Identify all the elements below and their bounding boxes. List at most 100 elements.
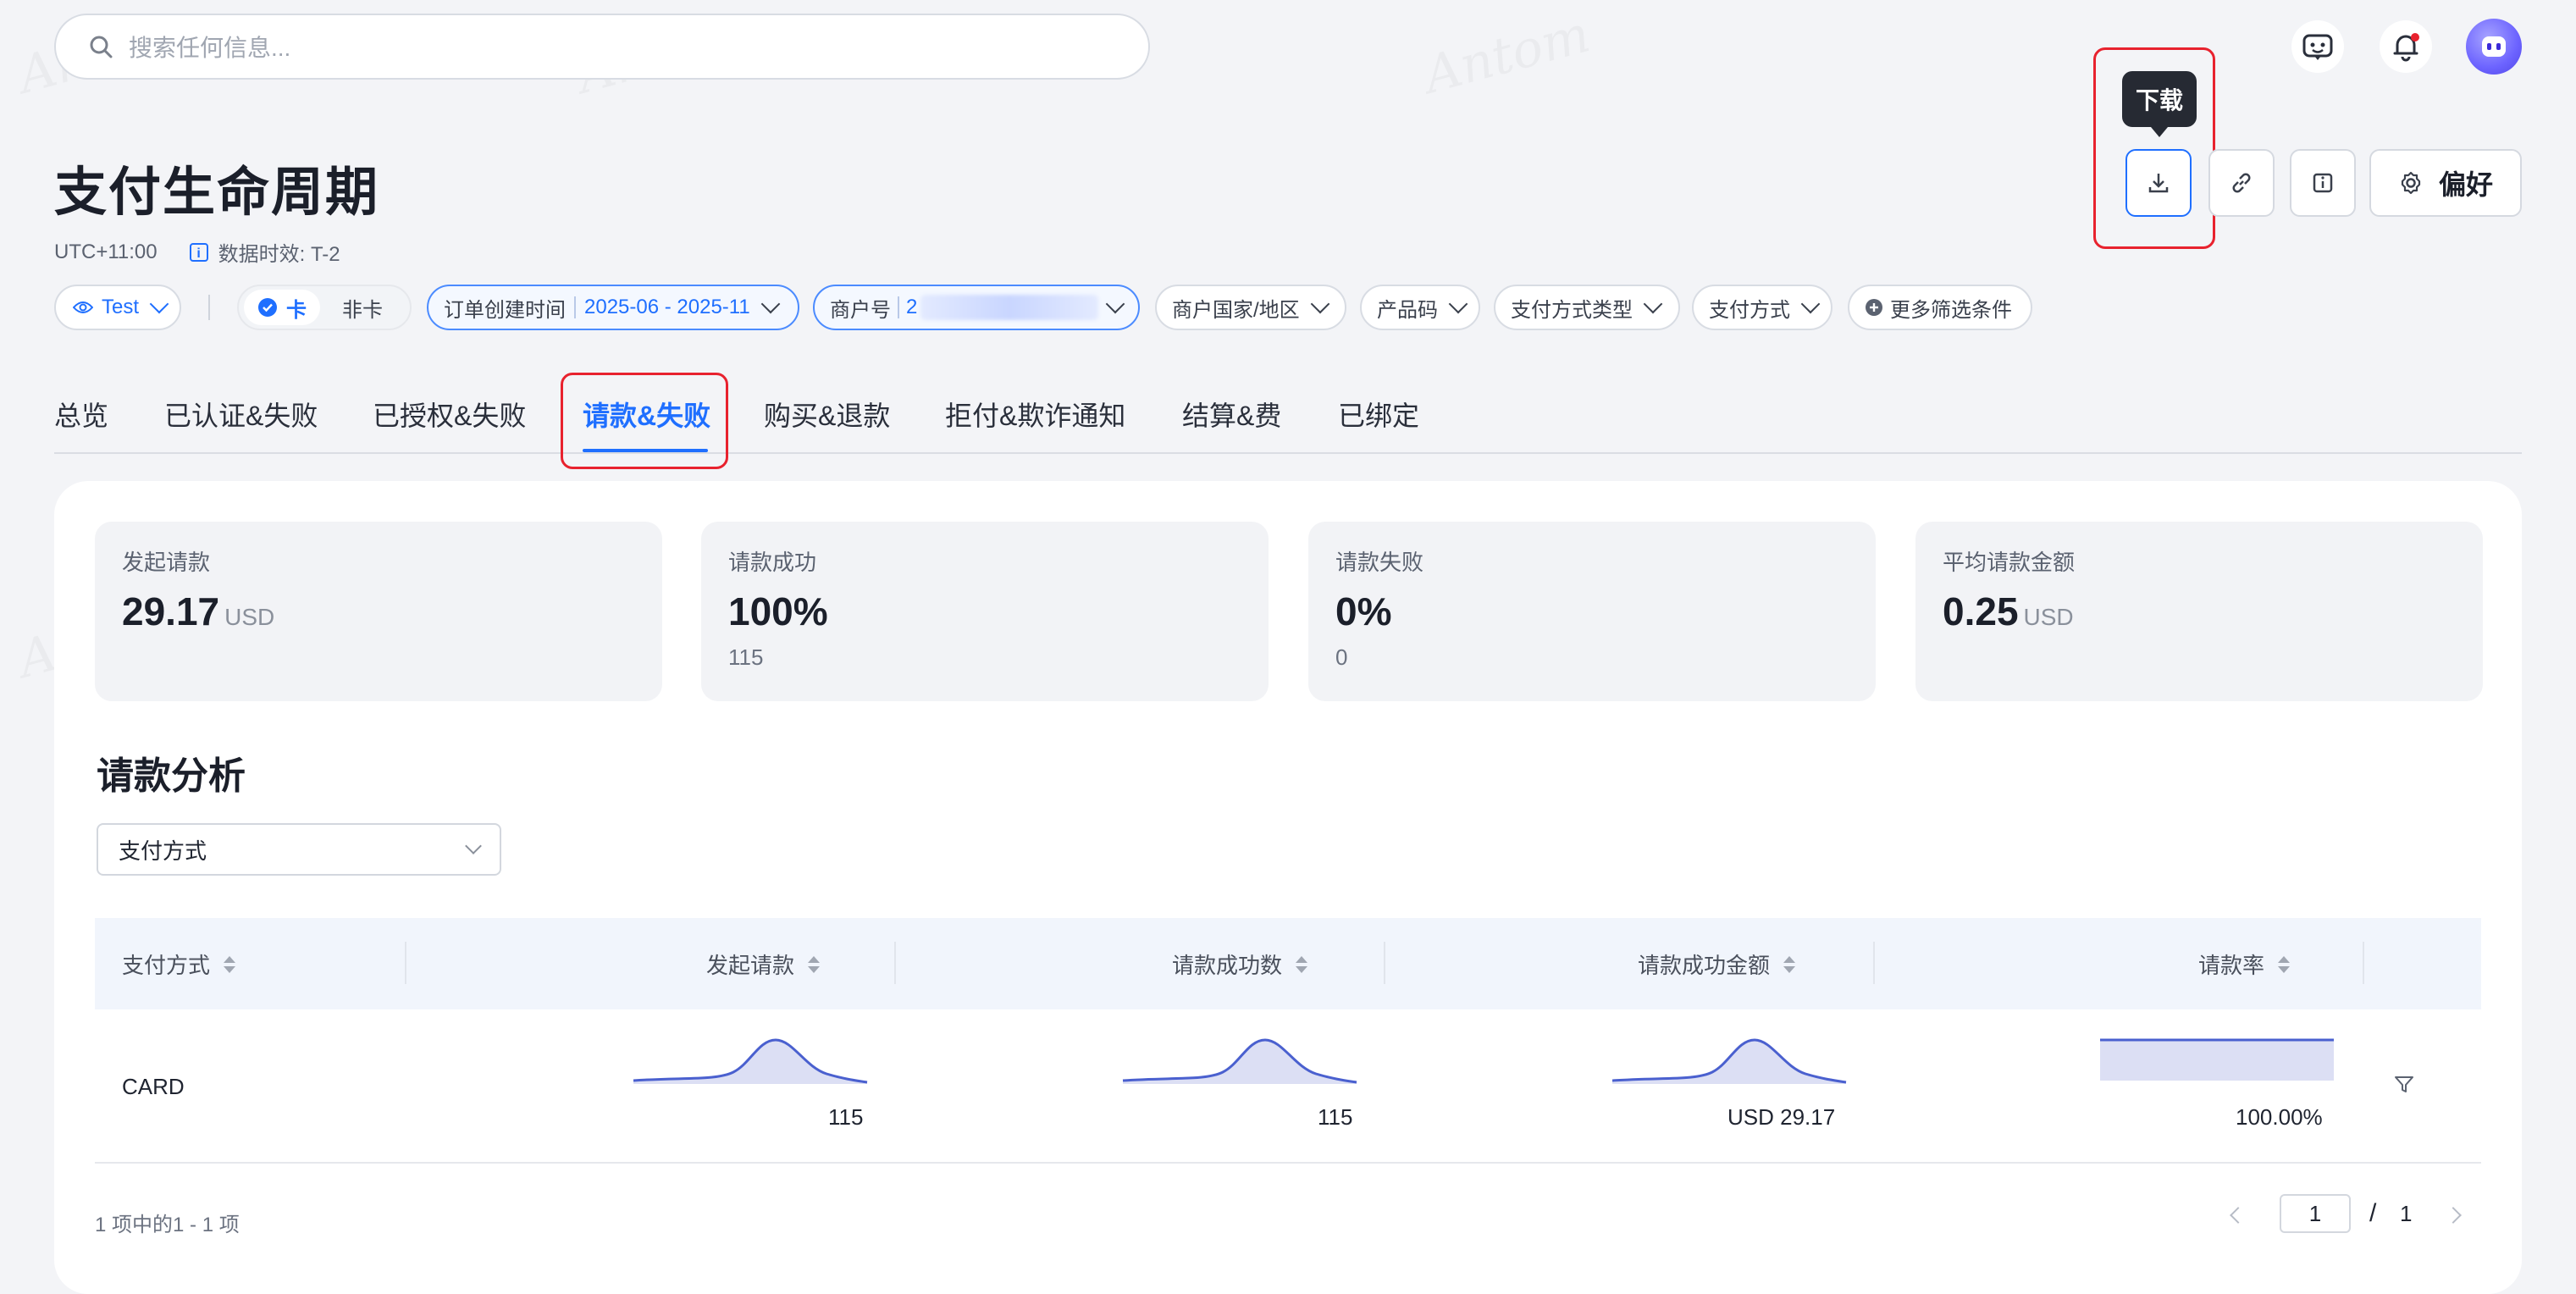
cell-success-amount: USD 29.17	[1727, 1104, 1836, 1130]
tab-authorized[interactable]: 已授权&失败	[373, 395, 526, 434]
chevron-down-icon	[465, 838, 482, 854]
row-divider	[95, 1162, 2481, 1164]
chevron-down-icon	[149, 294, 169, 314]
env-select[interactable]: Test	[54, 285, 181, 330]
eye-icon	[73, 299, 93, 316]
sort-icon[interactable]	[808, 955, 821, 973]
page-number-input[interactable]: 1	[2280, 1194, 2351, 1233]
column-divider	[405, 942, 406, 984]
redacted-value	[920, 295, 1099, 320]
tab-chargeback[interactable]: 拒付&欺诈通知	[945, 395, 1125, 434]
kpi-value: 100%	[728, 589, 828, 633]
dimension-select[interactable]: 支付方式	[97, 823, 501, 876]
search-input[interactable]: 搜索任何信息...	[54, 14, 1150, 80]
env-label: Test	[102, 296, 140, 318]
kpi-label: 发起请款	[122, 550, 211, 575]
info-button[interactable]	[2290, 149, 2356, 217]
tabs-divider	[54, 452, 2522, 454]
sort-icon[interactable]	[224, 955, 236, 973]
kpi-value: 0.25 USD	[1943, 589, 2074, 633]
card-toggle[interactable]: 卡 非卡	[237, 285, 412, 330]
tab-settlement[interactable]: 结算&费	[1182, 395, 1281, 434]
kpi-sub: 115	[728, 644, 764, 670]
column-divider	[1384, 942, 1385, 984]
download-icon	[2146, 170, 2171, 196]
cell-rate: 100.00%	[2236, 1104, 2323, 1130]
non-card-tab[interactable]: 非卡	[342, 293, 383, 323]
page-meta: UTC+11:00 i 数据时效: T-2	[54, 237, 340, 267]
payment-method-type-label: 支付方式类型	[1511, 298, 1633, 322]
cell-success-count: 115	[1318, 1104, 1353, 1130]
merchant-country-filter[interactable]: 商户国家/地区	[1155, 285, 1346, 330]
cell-initiated: 115	[828, 1104, 864, 1130]
column-header-success-count[interactable]: 请款成功数	[1172, 948, 1308, 980]
notification-bell-icon[interactable]	[2380, 20, 2432, 73]
divider	[208, 295, 210, 320]
assistant-icon[interactable]	[2291, 20, 2344, 73]
page-title: 支付生命周期	[54, 163, 380, 222]
download-button[interactable]	[2125, 149, 2192, 217]
sparkline-rate	[2098, 1035, 2336, 1082]
column-divider	[1873, 942, 1875, 984]
chevron-down-icon	[1800, 294, 1821, 314]
sort-icon[interactable]	[1296, 955, 1308, 973]
kpi-value: 29.17 USD	[122, 589, 275, 633]
copy-link-button[interactable]	[2208, 149, 2275, 217]
merchant-label: 商户号	[830, 298, 891, 322]
kpi-card: 发起请款 29.17 USD	[95, 522, 662, 701]
more-filters-button[interactable]: 更多筛选条件	[1848, 285, 2032, 330]
watermark: Antom	[1418, 4, 1595, 105]
gear-icon	[2398, 170, 2424, 196]
order-time-label: 订单创建时间	[444, 298, 566, 322]
cell-method: CARD	[122, 1074, 185, 1099]
preferences-button[interactable]: 偏好	[2369, 149, 2522, 217]
column-header-initiated[interactable]: 发起请款	[706, 948, 821, 980]
avatar[interactable]	[2466, 19, 2522, 75]
tab-highlight-box	[561, 373, 728, 469]
data-freshness-text: 数据时效: T-2	[218, 243, 340, 266]
kpi-card: 平均请款金额 0.25 USD	[1915, 522, 2483, 701]
column-header-rate[interactable]: 请款率	[2198, 948, 2291, 980]
kpi-value: 0%	[1335, 589, 1392, 633]
download-tooltip: 下载	[2122, 71, 2197, 137]
search-placeholder: 搜索任何信息...	[129, 35, 291, 61]
kpi-card: 请款成功 100% 115	[701, 522, 1269, 701]
filter-icon[interactable]	[2393, 1074, 2415, 1096]
tab-bound[interactable]: 已绑定	[1338, 395, 1419, 434]
link-icon	[2229, 170, 2254, 196]
merchant-value: 2	[906, 296, 918, 318]
kpi-card: 请款失败 0% 0	[1308, 522, 1876, 701]
column-header-method[interactable]: 支付方式	[122, 948, 236, 980]
tab-purchase-refund[interactable]: 购买&退款	[764, 395, 890, 434]
info-icon: i	[189, 242, 208, 262]
chevron-down-icon	[1310, 294, 1329, 314]
order-time-value: 2025-06 - 2025-11	[584, 296, 750, 318]
preferences-label: 偏好	[2438, 169, 2493, 200]
plus-circle-icon	[1865, 298, 1883, 317]
chevron-down-icon	[1106, 294, 1125, 314]
kpi-sub: 0	[1335, 644, 1348, 670]
product-code-filter[interactable]: 产品码	[1360, 285, 1480, 330]
search-icon	[88, 34, 113, 59]
tab-authenticated[interactable]: 已认证&失败	[164, 395, 318, 434]
merchant-filter[interactable]: 商户号 2	[813, 285, 1140, 330]
sort-icon[interactable]	[2278, 955, 2291, 973]
card-tab[interactable]: 卡	[244, 290, 320, 325]
column-divider	[894, 942, 896, 984]
pagination-summary: 1 项中的1 - 1 项	[95, 1214, 240, 1236]
sparkline-initiated	[632, 1033, 869, 1086]
payment-method-type-filter[interactable]: 支付方式类型	[1494, 285, 1680, 330]
kpi-label: 请款失败	[1335, 550, 1424, 575]
order-time-filter[interactable]: 订单创建时间 2025-06 - 2025-11	[427, 285, 799, 330]
product-code-label: 产品码	[1377, 298, 1438, 322]
card-tab-label: 卡	[286, 298, 307, 322]
sparkline-success-count	[1121, 1033, 1358, 1086]
kpi-label: 请款成功	[728, 550, 817, 575]
payment-method-filter[interactable]: 支付方式	[1692, 285, 1832, 330]
more-filters-label: 更多筛选条件	[1890, 298, 2012, 322]
sparkline-success-amount	[1611, 1033, 1848, 1086]
section-title: 请款分析	[97, 755, 246, 797]
sort-icon[interactable]	[1783, 955, 1796, 973]
tab-overview[interactable]: 总览	[54, 395, 108, 434]
column-header-success-amount[interactable]: 请款成功金额	[1638, 948, 1796, 980]
